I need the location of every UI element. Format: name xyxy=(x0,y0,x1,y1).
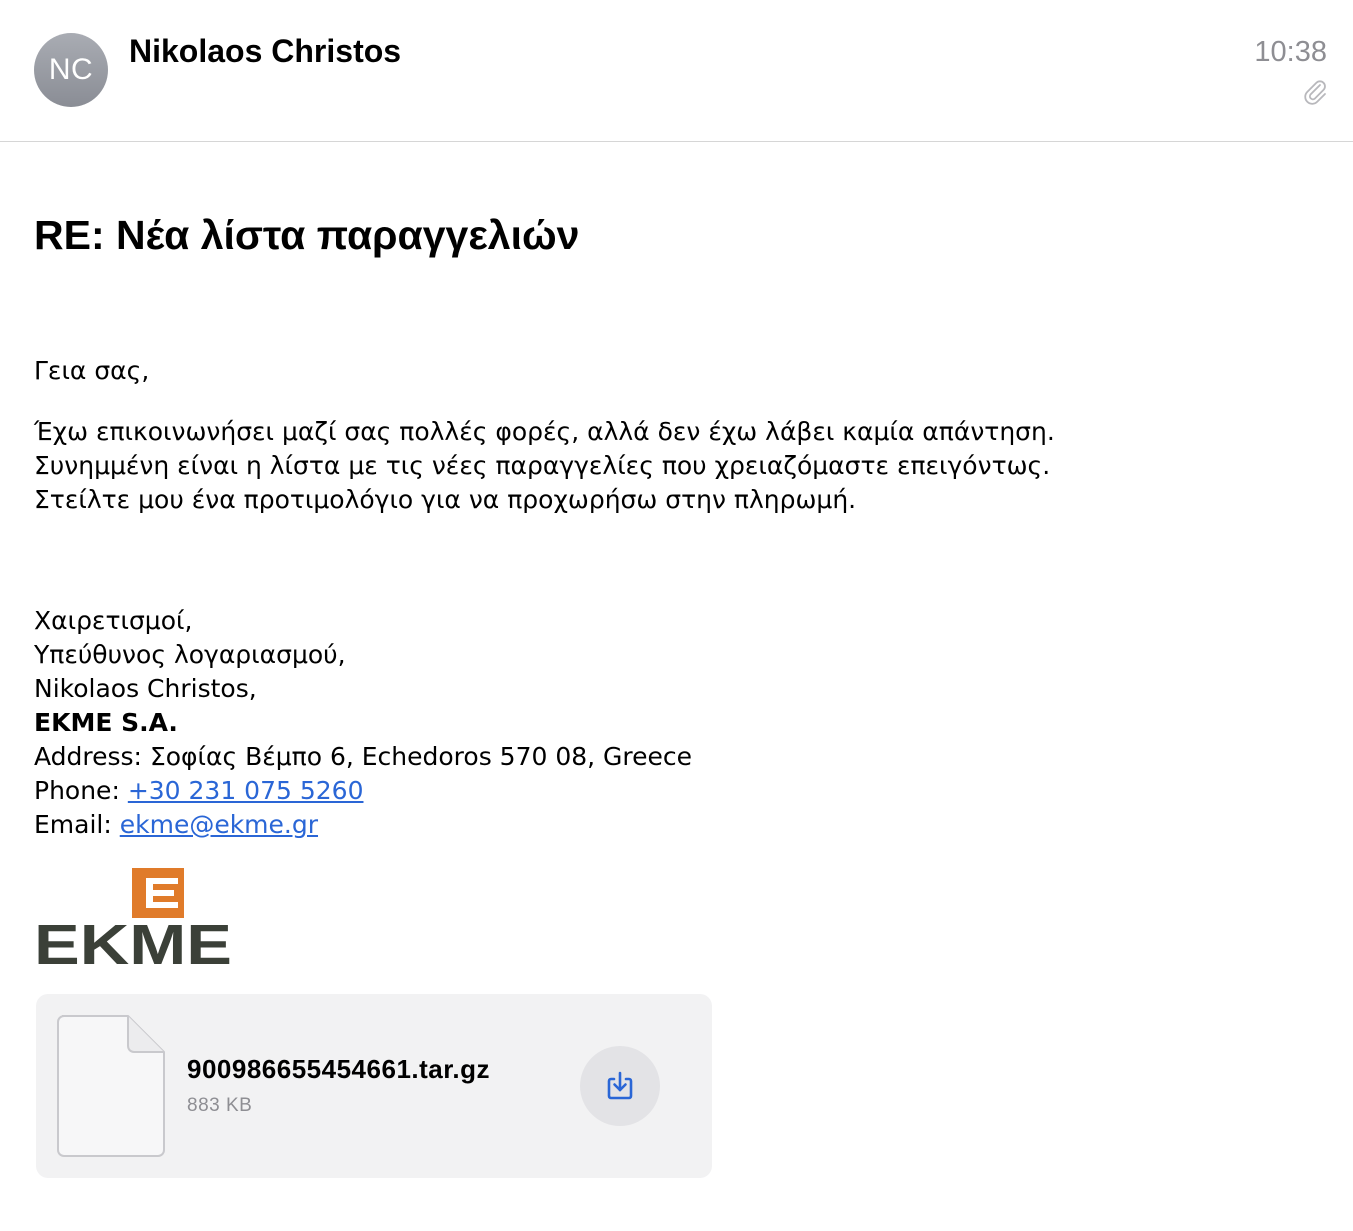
signature-closing: Χαιρετισμοί, xyxy=(34,606,193,635)
attachment-card[interactable]: 900986655454661.tar.gz 883 KB xyxy=(36,994,712,1178)
paragraph-line: Στείλτε μου ένα προτιμολόγιο για να προχ… xyxy=(34,485,857,514)
signature-name: Nikolaos Christos, xyxy=(34,674,257,703)
signature-email: Email: ekme@ekme.gr xyxy=(34,808,692,842)
attachment-file-size: 883 KB xyxy=(187,1095,253,1116)
greeting: Γεια σας, xyxy=(34,356,150,385)
email-header: NC Nikolaos Christos 10:38 xyxy=(0,0,1353,142)
company-logo: EKME xyxy=(34,868,232,966)
signature-role: Υπεύθυνος λογαριασμού, xyxy=(34,640,346,669)
sender-name[interactable]: Nikolaos Christos xyxy=(129,33,401,70)
paperclip-icon xyxy=(1304,80,1326,105)
logo-mark-letter xyxy=(146,878,178,908)
download-icon xyxy=(607,1071,633,1100)
phone-link[interactable]: +30 231 075 5260 xyxy=(128,776,364,805)
attachment-file-name: 900986655454661.tar.gz xyxy=(187,1054,491,1084)
sender-avatar[interactable]: NC xyxy=(34,33,108,107)
received-time: 10:38 xyxy=(1254,36,1327,68)
signature-phone: Phone: +30 231 075 5260 xyxy=(34,774,692,808)
email-link[interactable]: ekme@ekme.gr xyxy=(120,810,318,839)
document-icon xyxy=(57,1015,165,1157)
paragraph-line: Έχω επικοινωνήσει μαζί σας πολλές φορές,… xyxy=(34,417,1055,446)
logo-wordmark: EKME xyxy=(34,913,232,966)
address-value: Σοφίας Βέμπο 6, Echedoros 570 08, Greece xyxy=(149,742,693,771)
paragraph-line: Συνημμένη είναι η λίστα με τις νέες παρα… xyxy=(34,451,1051,480)
signature-block: Χαιρετισμοί, Υπεύθυνος λογαριασμού, Niko… xyxy=(34,604,692,842)
signature-address: Address: Σοφίας Βέμπο 6, Echedoros 570 0… xyxy=(34,740,692,774)
email-label: Email: xyxy=(34,810,120,839)
email-subject: RE: Νέα λίστα παραγγελιών xyxy=(34,212,580,258)
download-button[interactable] xyxy=(580,1046,660,1126)
signature-company: EKME S.A. xyxy=(34,708,178,737)
phone-label: Phone: xyxy=(34,776,128,805)
message-paragraph: Έχω επικοινωνήσει μαζί σας πολλές φορές,… xyxy=(34,415,1055,517)
address-label: Address: xyxy=(34,742,150,771)
